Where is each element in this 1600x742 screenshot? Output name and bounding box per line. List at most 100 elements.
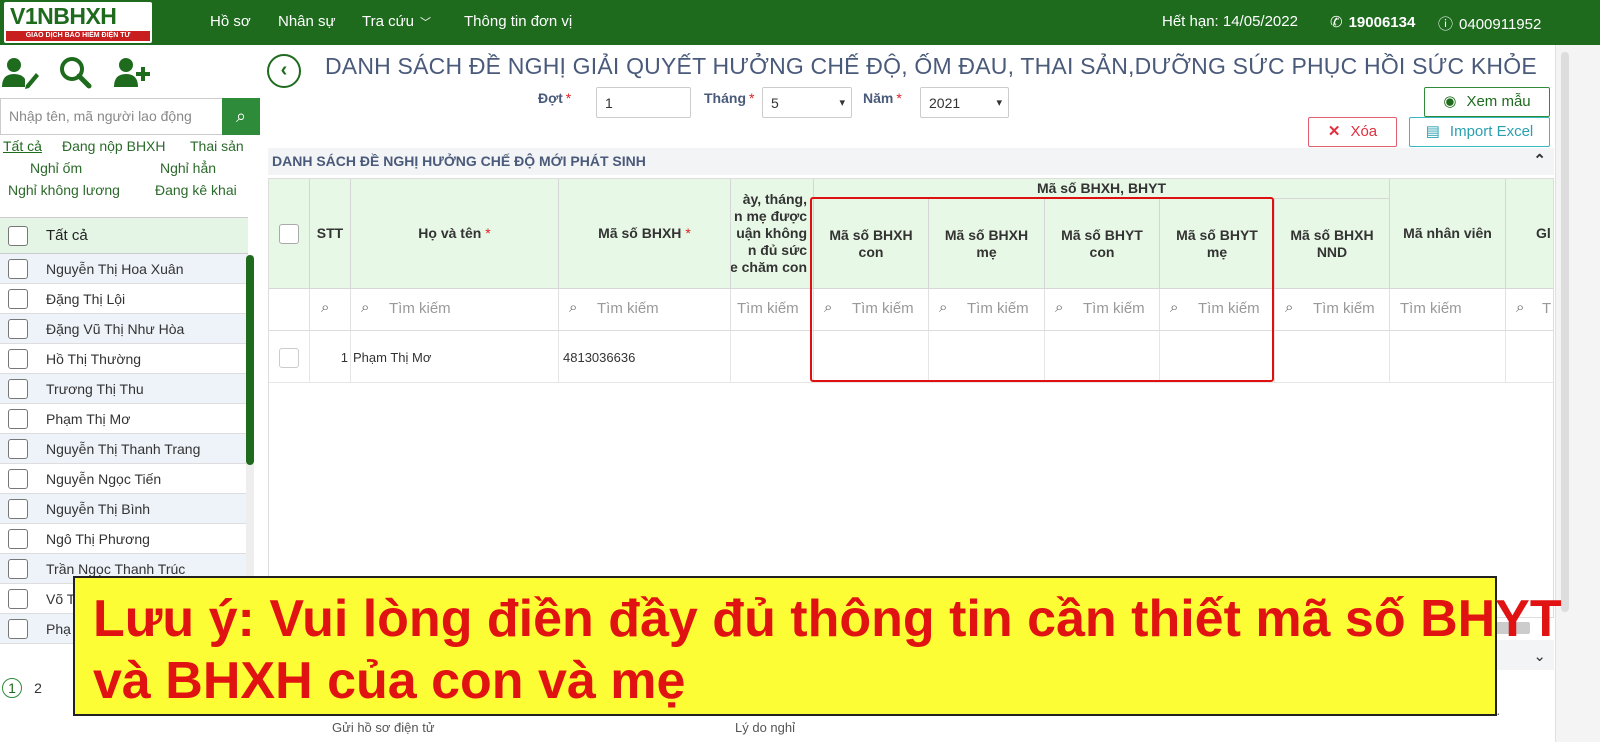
checkbox[interactable] xyxy=(8,529,28,549)
checkbox[interactable] xyxy=(8,619,28,639)
checkbox[interactable] xyxy=(8,559,28,579)
search-icon[interactable] xyxy=(58,55,98,95)
filter-dang-nop-bhxh[interactable]: Đang nộp BHXH xyxy=(62,138,166,154)
header-gl[interactable]: Gl xyxy=(1506,179,1553,289)
checkbox[interactable] xyxy=(8,379,28,399)
below-label-1: Gửi hồ sơ điện tử xyxy=(332,720,435,735)
filter-bhyt-me[interactable]: ⌕ Tìm kiếm xyxy=(1160,289,1275,331)
filter-nghi-khong-luong[interactable]: Nghỉ không lương xyxy=(8,182,120,198)
select-all-rows-checkbox[interactable] xyxy=(279,223,299,244)
page-2[interactable]: 2 xyxy=(28,679,48,699)
checkbox[interactable] xyxy=(8,589,28,609)
filter-nghi-han[interactable]: Nghỉ hẳn xyxy=(160,160,216,176)
list-item[interactable]: Đặng Thị Lội xyxy=(0,284,248,314)
nav-ho-so[interactable]: Hồ sơ xyxy=(210,13,251,30)
cell-bhxh-me[interactable] xyxy=(929,331,1045,383)
filter-dang-ke-khai[interactable]: Đang kê khai xyxy=(155,182,237,198)
select-all-checkbox[interactable] xyxy=(8,226,28,246)
checkbox[interactable] xyxy=(8,319,28,339)
cell-ho-ten[interactable]: Phạm Thị Mơ xyxy=(351,331,559,383)
filter-ngay-thang[interactable]: Tìm kiếm xyxy=(731,289,814,331)
list-item[interactable]: Nguyễn Thị Hoa Xuân xyxy=(0,254,248,284)
header-bhyt-con[interactable]: Mã số BHYT con xyxy=(1045,199,1160,289)
list-item[interactable]: Hồ Thị Thường xyxy=(0,344,248,374)
thang-select[interactable]: 5 ▾ xyxy=(762,87,852,118)
page-scrollbar[interactable] xyxy=(1561,52,1569,612)
cell-ma-nhan-vien[interactable] xyxy=(1390,331,1506,383)
cell-bhyt-me[interactable] xyxy=(1160,331,1275,383)
employee-search-input[interactable]: Nhập tên, mã người lao động xyxy=(0,98,222,135)
filter-placeholder: Tìm kiếm xyxy=(852,300,914,317)
checkbox[interactable] xyxy=(8,289,28,309)
cell-bhxh-con[interactable] xyxy=(814,331,929,383)
list-item[interactable]: Đặng Vũ Thị Như Hòa xyxy=(0,314,248,344)
filter-thai-san[interactable]: Thai sản xyxy=(190,138,244,154)
filter-ma-so-bhxh[interactable]: ⌕ Tìm kiếm xyxy=(559,289,731,331)
list-item[interactable]: Phạm Thị Mơ xyxy=(0,404,248,434)
dot-input[interactable]: 1 xyxy=(596,87,691,118)
chevron-up-icon[interactable]: ⌃ xyxy=(1533,151,1546,169)
checkbox[interactable] xyxy=(8,499,28,519)
import-excel-button[interactable]: ▤ Import Excel xyxy=(1409,117,1550,147)
filter-bhxh-con[interactable]: ⌕ Tìm kiếm xyxy=(814,289,929,331)
account-info[interactable]: ⓘ 0400911952 xyxy=(1438,13,1541,34)
section-header-new[interactable]: DANH SÁCH ĐỀ NGHỊ HƯỞNG CHẾ ĐỘ MỚI PHÁT … xyxy=(268,148,1554,175)
add-user-icon[interactable] xyxy=(112,55,152,95)
list-item[interactable]: Nguyễn Thị Bình xyxy=(0,494,248,524)
list-item[interactable]: Ngô Thị Phương xyxy=(0,524,248,554)
row-checkbox[interactable] xyxy=(279,348,299,368)
account-number: 0400911952 xyxy=(1459,16,1542,33)
employee-search-button[interactable]: ⌕ xyxy=(222,98,260,135)
list-item[interactable]: Trương Thị Thu xyxy=(0,374,248,404)
page-1[interactable]: 1 xyxy=(2,678,22,698)
search-icon: ⌕ xyxy=(569,299,578,316)
header-bhxh-con[interactable]: Mã số BHXH con xyxy=(814,199,929,289)
table-row-select[interactable] xyxy=(269,331,310,383)
header-bhyt-me[interactable]: Mã số BHYT mẹ xyxy=(1160,199,1275,289)
filter-bhxh-nnd[interactable]: ⌕ Tìm kiếm xyxy=(1275,289,1390,331)
header-ma-nhan-vien[interactable]: Mã nhân viên xyxy=(1390,179,1506,289)
delete-button[interactable]: ✕ Xóa xyxy=(1308,117,1397,147)
cell-ma-so-bhxh[interactable]: 4813036636 xyxy=(559,331,731,383)
back-button[interactable]: ‹ xyxy=(267,54,301,88)
list-item[interactable]: Nguyễn Ngọc Tiến xyxy=(0,464,248,494)
checkbox[interactable] xyxy=(8,349,28,369)
nam-select[interactable]: 2021 ▾ xyxy=(920,87,1009,118)
filter-stt[interactable]: ⌕ xyxy=(310,289,351,331)
header-ho-ten[interactable]: Họ và tên * xyxy=(351,179,559,289)
nav-thong-tin-don-vi[interactable]: Thông tin đơn vị xyxy=(464,13,572,30)
filter-nghi-om[interactable]: Nghỉ ốm xyxy=(30,160,82,176)
header-line: mẹ xyxy=(1206,243,1228,260)
employee-list-scroll-thumb[interactable] xyxy=(246,255,254,465)
header-line: Mã số BHYT xyxy=(1061,226,1143,243)
list-item[interactable]: Nguyễn Thị Thanh Trang xyxy=(0,434,248,464)
header-bhxh-nnd[interactable]: Mã số BHXH NND xyxy=(1275,199,1390,289)
header-ngay-thang[interactable]: ày, tháng, n mẹ được uận không n đủ sức … xyxy=(731,179,814,289)
edit-user-icon[interactable] xyxy=(0,55,40,95)
chevron-down-icon[interactable]: ⌄ xyxy=(1533,647,1546,665)
filter-ma-nhan-vien[interactable]: Tìm kiếm xyxy=(1390,289,1506,331)
checkbox[interactable] xyxy=(8,259,28,279)
dot-label: Đợt * xyxy=(538,90,571,106)
filter-tat-ca[interactable]: Tất cả xyxy=(3,138,42,154)
header-ngay-thang-text: ày, tháng, n mẹ được uận không n đủ sức … xyxy=(731,191,813,276)
preview-button[interactable]: ◉ Xem mẫu xyxy=(1424,87,1550,117)
filter-gl[interactable]: ⌕ T xyxy=(1506,289,1553,331)
filter-bhyt-con[interactable]: ⌕ Tìm kiếm xyxy=(1045,289,1160,331)
header-stt[interactable]: STT xyxy=(310,179,351,289)
cell-ngay-thang[interactable] xyxy=(731,331,814,383)
filter-ho-ten[interactable]: ⌕ Tìm kiếm xyxy=(351,289,559,331)
header-bhxh-me[interactable]: Mã số BHXH mẹ xyxy=(929,199,1045,289)
hotline[interactable]: ✆ 19006134 xyxy=(1330,13,1415,31)
header-ma-so-bhxh[interactable]: Mã số BHXH * xyxy=(559,179,731,289)
checkbox[interactable] xyxy=(8,439,28,459)
logo[interactable]: V1NBHXH GIAO DỊCH BẢO HIỂM ĐIỆN TỬ xyxy=(4,2,152,43)
cell-bhyt-con[interactable] xyxy=(1045,331,1160,383)
cell-bhxh-nnd[interactable] xyxy=(1275,331,1390,383)
cell-gl[interactable] xyxy=(1506,331,1553,383)
filter-bhxh-me[interactable]: ⌕ Tìm kiếm xyxy=(929,289,1045,331)
checkbox[interactable] xyxy=(8,409,28,429)
nav-nhan-su[interactable]: Nhân sự xyxy=(278,13,336,30)
checkbox[interactable] xyxy=(8,469,28,489)
nav-tra-cuu[interactable]: Tra cứu ﹀ xyxy=(362,13,431,30)
